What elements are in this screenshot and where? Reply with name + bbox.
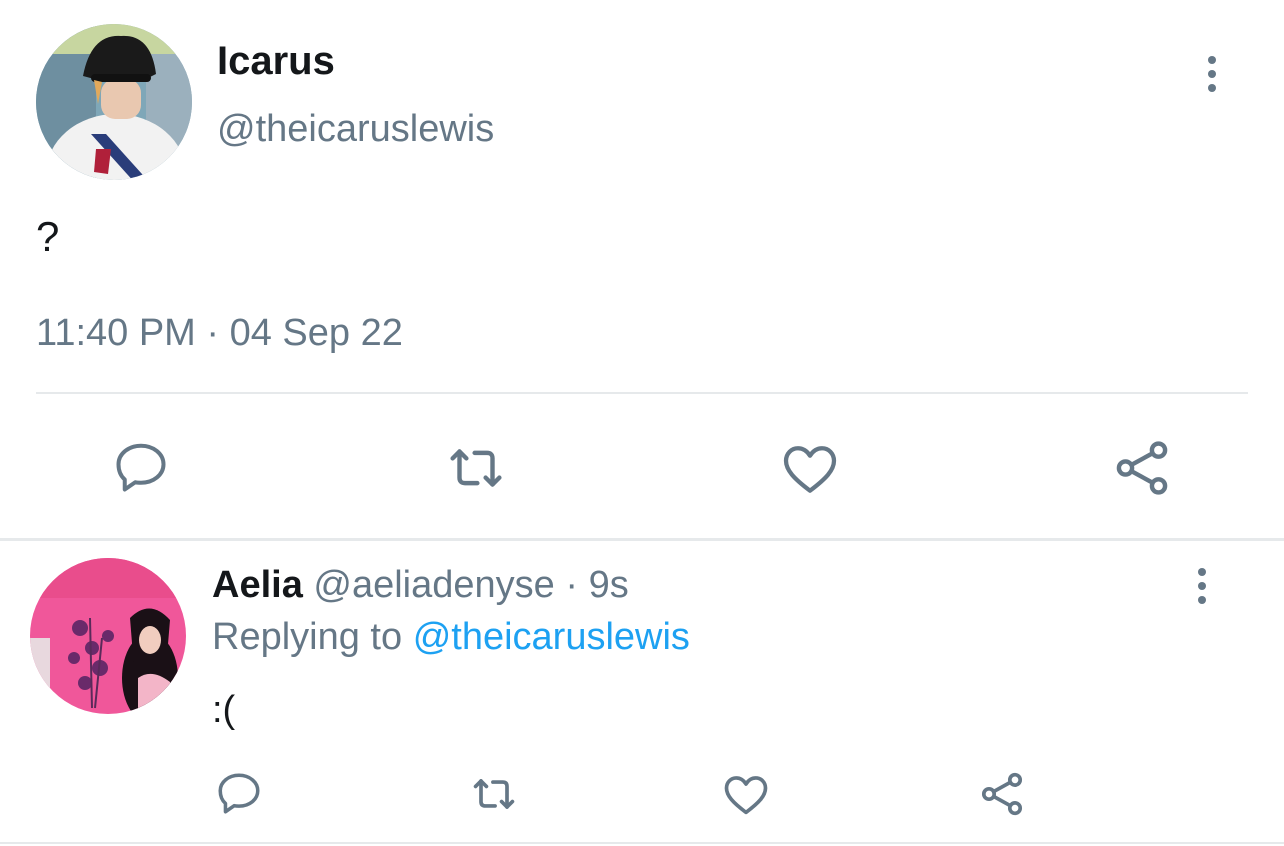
replying-to-label: Replying to bbox=[212, 616, 403, 658]
share-icon bbox=[1116, 441, 1168, 495]
bottom-divider bbox=[0, 842, 1284, 844]
author-avatar[interactable] bbox=[36, 24, 192, 180]
reply-display-name[interactable]: Aelia bbox=[212, 564, 303, 606]
reply-button[interactable] bbox=[106, 432, 176, 502]
reply-author-avatar[interactable] bbox=[30, 558, 186, 714]
replying-to: Replying to @theicaruslewis bbox=[212, 614, 690, 660]
more-options-icon[interactable] bbox=[1208, 56, 1216, 92]
share-button[interactable] bbox=[1106, 432, 1178, 504]
reply-text: :( bbox=[212, 689, 236, 731]
dot bbox=[1208, 56, 1216, 64]
reply-handle[interactable]: @aeliadenyse bbox=[313, 564, 554, 606]
avatar-photo-person-in-black-cap bbox=[36, 24, 192, 180]
retweet-icon bbox=[450, 449, 502, 487]
author-display-name[interactable]: Icarus bbox=[217, 38, 335, 84]
avatar-photo-person-pink-background bbox=[30, 558, 186, 714]
dot bbox=[1198, 596, 1206, 604]
section-divider bbox=[0, 538, 1284, 541]
replying-to-handle[interactable]: @theicaruslewis bbox=[413, 616, 690, 658]
reply-separator: · bbox=[565, 564, 579, 606]
reply-like-button[interactable] bbox=[718, 766, 774, 822]
reply-share-button[interactable] bbox=[974, 766, 1030, 822]
dot bbox=[1198, 582, 1206, 590]
dot bbox=[1208, 70, 1216, 78]
reply-reply-button[interactable] bbox=[212, 766, 266, 820]
reply-icon bbox=[116, 443, 166, 492]
divider bbox=[36, 392, 1248, 394]
reply-more-options-icon[interactable] bbox=[1198, 568, 1206, 604]
tweet-timestamp[interactable]: 11:40 PM · 04 Sep 22 bbox=[36, 310, 403, 356]
retweet-icon bbox=[473, 779, 515, 809]
share-icon bbox=[981, 772, 1023, 816]
like-button[interactable] bbox=[774, 432, 846, 504]
author-handle[interactable]: @theicaruslewis bbox=[217, 106, 494, 152]
like-icon bbox=[783, 446, 837, 493]
reply-header: Aelia @aeliadenyse · 9s bbox=[212, 562, 629, 608]
reply-retweet-button[interactable] bbox=[466, 766, 522, 822]
dot bbox=[1208, 84, 1216, 92]
reply-time[interactable]: 9s bbox=[589, 564, 629, 606]
dot bbox=[1198, 568, 1206, 576]
tweet-text: ? bbox=[36, 213, 60, 260]
retweet-button[interactable] bbox=[440, 432, 512, 504]
like-icon bbox=[724, 776, 768, 815]
reply-icon bbox=[218, 773, 260, 814]
